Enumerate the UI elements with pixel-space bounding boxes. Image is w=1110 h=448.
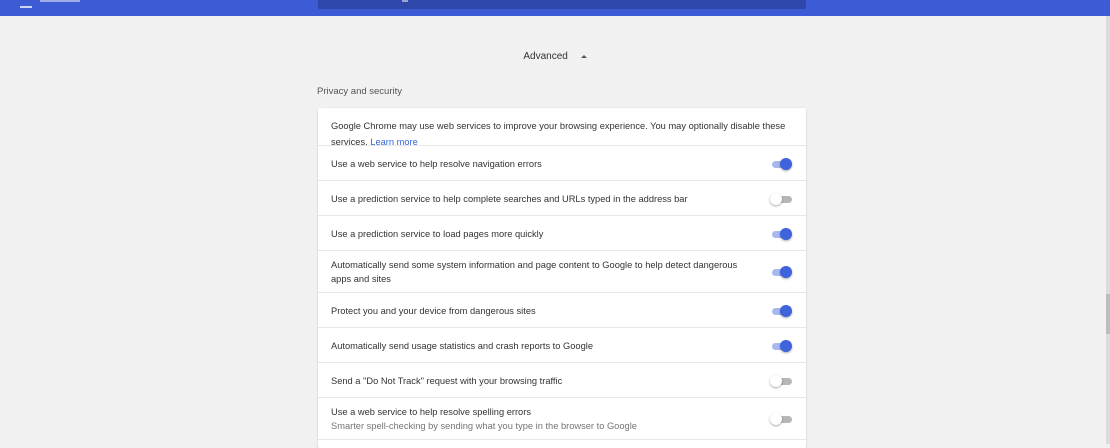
setting-row[interactable]: Send a "Do Not Track" request with your … bbox=[318, 363, 806, 398]
setting-label: Use a prediction service to help complet… bbox=[331, 192, 751, 206]
search-input[interactable] bbox=[318, 0, 806, 9]
toggle-switch[interactable] bbox=[770, 266, 792, 278]
toggle-switch[interactable] bbox=[770, 228, 792, 240]
setting-sublabel: Smarter spell-checking by sending what y… bbox=[331, 421, 637, 431]
setting-label: Automatically send some system informati… bbox=[331, 258, 751, 286]
toggle-knob bbox=[780, 266, 792, 278]
section-title: Privacy and security bbox=[317, 86, 403, 97]
setting-label-text: Protect you and your device from dangero… bbox=[331, 306, 536, 316]
privacy-settings-card: Google Chrome may use web services to im… bbox=[318, 108, 806, 448]
setting-row[interactable]: Use a web service to help resolve spelli… bbox=[318, 398, 806, 440]
setting-label-text: Use a web service to help resolve spelli… bbox=[331, 407, 531, 417]
advanced-toggle-button[interactable]: Advanced bbox=[0, 47, 1110, 67]
toggle-knob bbox=[770, 193, 782, 205]
setting-label: Automatically send usage statistics and … bbox=[331, 339, 751, 353]
toggle-knob bbox=[780, 340, 792, 352]
search-icon bbox=[402, 0, 408, 2]
setting-label-text: Automatically send usage statistics and … bbox=[331, 341, 593, 351]
toggle-knob bbox=[770, 375, 782, 387]
top-app-bar bbox=[0, 0, 1110, 16]
setting-label-text: Use a web service to help resolve naviga… bbox=[331, 159, 542, 169]
setting-row[interactable]: Automatically send some system informati… bbox=[318, 251, 806, 293]
toggle-switch[interactable] bbox=[770, 340, 792, 352]
hamburger-menu-icon[interactable] bbox=[20, 0, 32, 8]
setting-label-text: Send a "Do Not Track" request with your … bbox=[331, 376, 563, 386]
setting-label-text: Automatically send some system informati… bbox=[331, 260, 738, 284]
toggle-switch[interactable] bbox=[770, 375, 792, 387]
toggle-switch[interactable] bbox=[770, 193, 792, 205]
toggle-switch[interactable] bbox=[770, 158, 792, 170]
scrollbar-thumb[interactable] bbox=[1106, 294, 1110, 334]
app-title bbox=[40, 0, 80, 2]
setting-label: Send a "Do Not Track" request with your … bbox=[331, 374, 751, 388]
setting-row[interactable]: Automatically send usage statistics and … bbox=[318, 328, 806, 363]
setting-row[interactable]: Use a web service to help resolve naviga… bbox=[318, 146, 806, 181]
settings-list: Use a web service to help resolve naviga… bbox=[318, 146, 806, 440]
toggle-knob bbox=[770, 413, 782, 425]
setting-label-text: Use a prediction service to help complet… bbox=[331, 194, 688, 204]
setting-row[interactable]: Use a prediction service to help complet… bbox=[318, 181, 806, 216]
setting-label: Protect you and your device from dangero… bbox=[331, 304, 751, 318]
setting-label: Use a web service to help resolve naviga… bbox=[331, 157, 751, 171]
setting-row[interactable]: Protect you and your device from dangero… bbox=[318, 293, 806, 328]
setting-row[interactable]: Use a prediction service to load pages m… bbox=[318, 216, 806, 251]
scrollbar[interactable] bbox=[1106, 16, 1110, 444]
intro-text: Google Chrome may use web services to im… bbox=[318, 108, 806, 147]
setting-label: Use a web service to help resolve spelli… bbox=[331, 405, 751, 433]
setting-label-text: Use a prediction service to load pages m… bbox=[331, 229, 544, 239]
advanced-label: Advanced bbox=[523, 51, 568, 62]
setting-label: Use a prediction service to load pages m… bbox=[331, 227, 751, 241]
toggle-switch[interactable] bbox=[770, 305, 792, 317]
chevron-up-icon bbox=[580, 54, 587, 58]
toggle-knob bbox=[780, 158, 792, 170]
toggle-switch[interactable] bbox=[770, 413, 792, 425]
toggle-knob bbox=[780, 305, 792, 317]
toggle-knob bbox=[780, 228, 792, 240]
